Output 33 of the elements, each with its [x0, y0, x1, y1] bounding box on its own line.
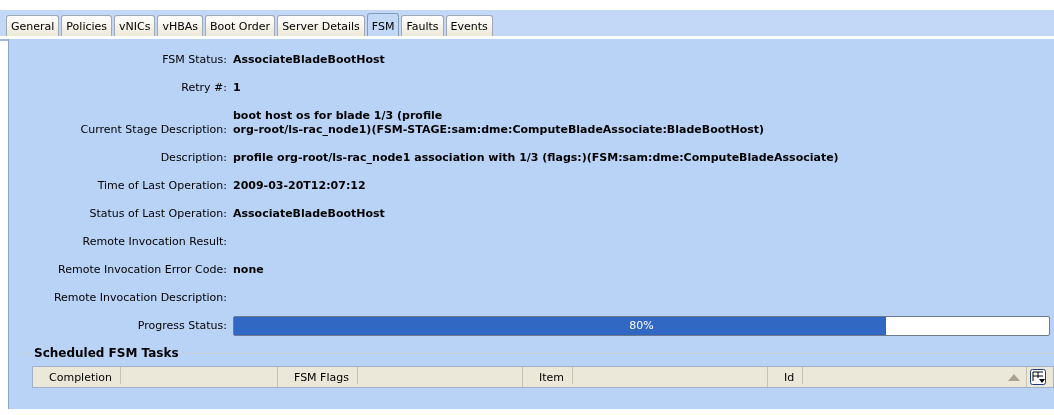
field-label: Current Stage Description: [79, 122, 227, 138]
field-label: Remote Invocation Error Code: [57, 262, 227, 278]
column-header[interactable]: Completion [41, 367, 121, 384]
field-label: Remote Invocation Description: [52, 290, 227, 306]
field-label: Progress Status: [136, 318, 227, 334]
tab[interactable]: vHBAs [157, 15, 204, 36]
tab[interactable]: Boot Order [205, 15, 276, 36]
progress-reading: 80% [628, 318, 655, 334]
tab[interactable]: vNICs [114, 15, 156, 36]
field-label: Remote Invocation Result: [81, 234, 227, 250]
tab[interactable]: Server Details [277, 15, 365, 36]
field-label: Retry #: [180, 80, 227, 96]
field-label: FSM Status: [161, 52, 227, 68]
field-label: Description: [159, 150, 227, 166]
field-value: 2009-03-20T12:07:12 [233, 178, 367, 194]
group-title: Scheduled FSM Tasks [33, 346, 180, 360]
field-label: Time of Last Operation: [96, 178, 227, 194]
tab[interactable]: General [6, 15, 60, 36]
column-header[interactable]: Id [776, 367, 804, 384]
field-value: AssociateBladeBootHost [233, 206, 386, 222]
field-label: Status of Last Operation: [88, 206, 227, 222]
field-value: 1 [233, 80, 242, 96]
tab[interactable]: Policies [61, 15, 113, 36]
field-value: boot host os for blade 1/3 (profile org-root/ls-rac_node1)(FSM-STAGE:sam:dme:ComputeBladeAssociate:BladeBootHost) [233, 108, 766, 138]
column-header[interactable]: FSM Flags [286, 367, 358, 384]
tab[interactable]: Faults [401, 15, 444, 36]
tab[interactable]: FSM [366, 13, 400, 36]
field-value: AssociateBladeBootHost [233, 52, 386, 68]
field-value: none [233, 262, 265, 278]
column-chooser-icon[interactable] [1030, 369, 1046, 385]
column-header[interactable]: Item [531, 367, 574, 384]
field-value: profile org-root/ls-rac_node1 association with 1/3 (flags:)(FSM:sam:dme:ComputeBladeAssociate) [233, 150, 840, 166]
tab[interactable]: Events [445, 15, 493, 36]
